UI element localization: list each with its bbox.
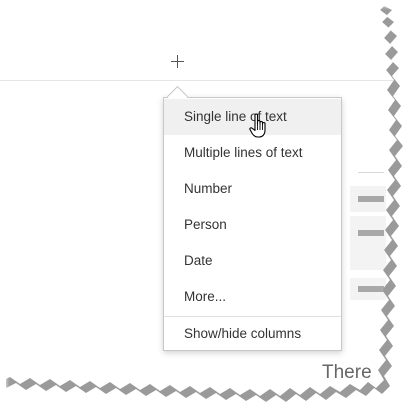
row-background	[350, 216, 386, 270]
menu-item-multiple-lines-of-text[interactable]: Multiple lines of text	[164, 135, 341, 171]
menu-item-date[interactable]: Date	[164, 243, 341, 279]
hand-pointer-icon	[249, 113, 266, 138]
torn-paper-frame: There Single line of text Multiple lines…	[0, 0, 397, 396]
placeholder-bar	[358, 196, 384, 202]
plus-icon[interactable]	[168, 52, 188, 72]
placeholder-bar	[358, 230, 384, 236]
placeholder-bar	[358, 286, 384, 292]
screenshot-stage: There Single line of text Multiple lines…	[0, 0, 417, 417]
empty-state-text: There	[322, 362, 372, 383]
divider-line	[358, 172, 384, 173]
list-header-row	[0, 0, 397, 81]
menu-item-show-hide-columns[interactable]: Show/hide columns	[164, 316, 341, 352]
menu-item-number[interactable]: Number	[164, 171, 341, 207]
menu-item-more[interactable]: More...	[164, 279, 341, 315]
menu-item-person[interactable]: Person	[164, 207, 341, 243]
